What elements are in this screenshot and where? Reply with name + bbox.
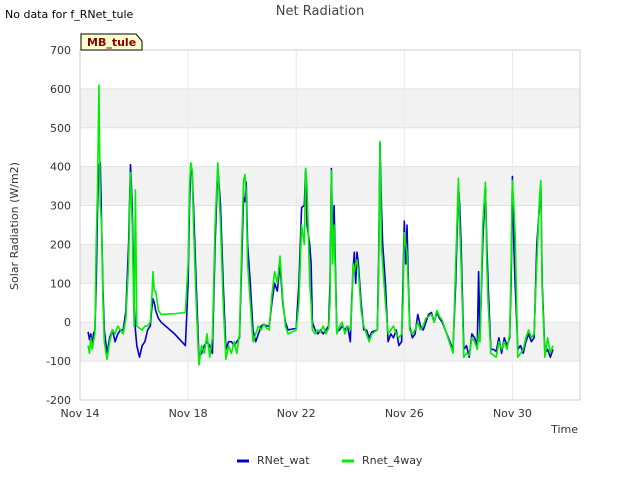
y-tick-label: 400 xyxy=(50,161,71,174)
legend: RNet_wat Rnet_4way xyxy=(237,454,423,467)
y-tick-label: -100 xyxy=(46,355,71,368)
x-tick-label: Nov 26 xyxy=(385,407,424,420)
y-tick-label: 200 xyxy=(50,238,71,251)
plot-band xyxy=(80,166,580,206)
site-badge: MB_tule xyxy=(80,33,143,51)
x-axis-title: Time xyxy=(550,423,578,436)
no-data-note: No data for f_RNet_tule xyxy=(5,8,134,21)
y-tick-label: 700 xyxy=(50,44,71,57)
x-tick-label: Nov 22 xyxy=(277,407,316,420)
y-tick-label: 0 xyxy=(64,316,71,329)
y-tick-label: 500 xyxy=(50,122,71,135)
legend-item-rnet-wat: RNet_wat xyxy=(237,454,310,467)
chart-title: Net Radiation xyxy=(276,4,364,19)
y-tick-label: 600 xyxy=(50,83,71,96)
y-axis-title: Solar Radiation (W/m2) xyxy=(8,162,21,290)
site-badge-label: MB_tule xyxy=(87,36,136,49)
y-tick-label: 300 xyxy=(50,200,71,213)
x-tick-label: Nov 14 xyxy=(61,407,100,420)
y-tick-label: -200 xyxy=(46,394,71,407)
x-tick-label: Nov 18 xyxy=(169,407,208,420)
x-axis-ticks: Nov 14 Nov 18 Nov 22 Nov 26 Nov 30 xyxy=(61,407,532,420)
net-radiation-chart: -200-1000100200300400500600700 Nov 14 Nov… xyxy=(5,4,581,467)
legend-label: RNet_wat xyxy=(257,454,310,467)
y-axis-ticks: -200 -100 0 100 200 300 400 500 600 700 xyxy=(46,44,71,407)
legend-item-rnet-4way: Rnet_4way xyxy=(342,454,423,467)
legend-label: Rnet_4way xyxy=(362,454,423,467)
y-tick-label: 100 xyxy=(50,277,71,290)
plot-band xyxy=(80,88,580,128)
x-tick-label: Nov 30 xyxy=(493,407,532,420)
